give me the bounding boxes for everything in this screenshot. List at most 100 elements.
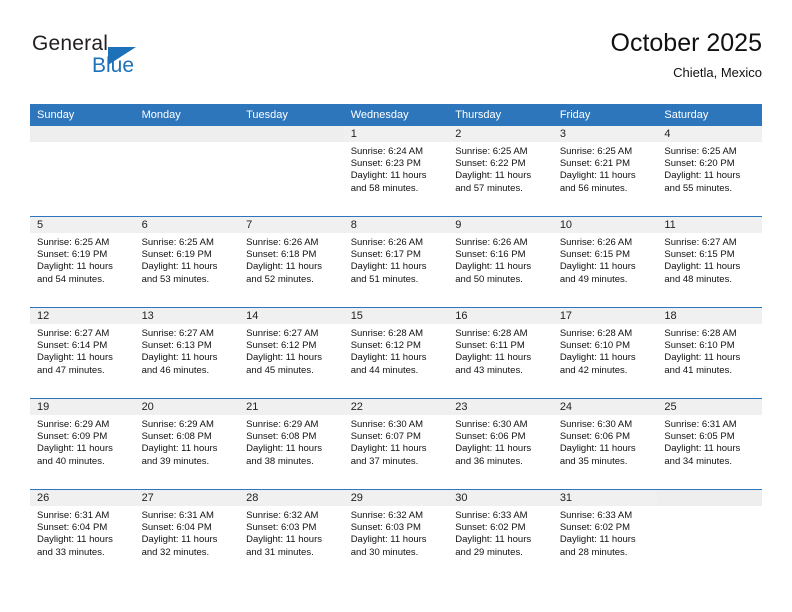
calendar-day-cell[interactable]: 17 Sunrise: 6:28 AM Sunset: 6:10 PM Dayligh… <box>552 307 658 399</box>
sunrise-text: Sunrise: 6:25 AM <box>455 146 528 157</box>
sunrise-text: Sunrise: 6:28 AM <box>664 328 737 339</box>
calendar-day-cell[interactable]: 2 Sunrise: 6:25 AM Sunset: 6:22 PM Daylight… <box>448 126 553 217</box>
sunrise-text: Sunrise: 6:32 AM <box>350 510 424 521</box>
daylight-text: Daylight: 11 hours <box>141 534 218 546</box>
daylight-text: Daylight: 11 hours <box>559 443 636 455</box>
weekday-header-monday: Monday <box>134 104 240 126</box>
daylight-text: Daylight: 11 hours <box>37 352 113 364</box>
sunrise-text: Sunrise: 6:30 AM <box>350 419 424 430</box>
day-number: 28 <box>246 492 259 504</box>
calendar-day-cell[interactable]: 25 Sunrise: 6:31 AM Sunset: 6:05 PM Dayligh… <box>657 398 762 490</box>
sunset-text: Sunset: 6:15 PM <box>559 249 631 261</box>
day-cell-inner: 16 Sunrise: 6:28 AM Sunset: 6:11 PM Dayligh… <box>448 308 553 398</box>
day-events: Sunrise: 6:26 AM Sunset: 6:16 PM Daylight:… <box>448 233 553 286</box>
calendar-day-cell[interactable]: 15 Sunrise: 6:28 AM Sunset: 6:12 PM Dayligh… <box>343 307 449 399</box>
daylight-text: Daylight: 11 hours <box>664 443 741 455</box>
daylight-text-cont: and 34 minutes. <box>664 455 732 467</box>
daylight-text-cont: and 48 minutes. <box>664 273 732 285</box>
day-cell-inner: 8 Sunrise: 6:26 AM Sunset: 6:17 PM Daylight… <box>343 217 449 307</box>
sunset-text: Sunset: 6:23 PM <box>350 158 421 170</box>
day-number-band: 5 <box>30 217 135 233</box>
calendar-header-row: Sunday Monday Tuesday Wednesday Thursday Frid… <box>30 104 762 126</box>
calendar-empty-cell <box>657 489 762 580</box>
calendar-day-cell[interactable]: 11 Sunrise: 6:27 AM Sunset: 6:15 PM Dayligh… <box>657 216 762 308</box>
sunset-text: Sunset: 6:14 PM <box>37 340 108 352</box>
sunset-text: Sunset: 6:18 PM <box>246 249 317 261</box>
calendar-day-cell[interactable]: 14 Sunrise: 6:27 AM Sunset: 6:12 PM Dayligh… <box>239 307 344 399</box>
calendar-day-cell[interactable]: 7 Sunrise: 6:26 AM Sunset: 6:18 PM Daylight… <box>239 216 344 308</box>
day-number-band: 23 <box>448 399 553 415</box>
day-number: 27 <box>141 492 154 504</box>
calendar-day-cell[interactable]: 6 Sunrise: 6:25 AM Sunset: 6:19 PM Daylight… <box>134 216 240 308</box>
calendar-day-cell[interactable]: 3 Sunrise: 6:25 AM Sunset: 6:21 PM Daylight… <box>552 126 658 217</box>
calendar-day-cell[interactable]: 24 Sunrise: 6:30 AM Sunset: 6:06 PM Dayligh… <box>552 398 658 490</box>
sunrise-text: Sunrise: 6:27 AM <box>37 328 110 339</box>
calendar-body: 1 Sunrise: 6:24 AM Sunset: 6:23 PM Daylight… <box>30 126 762 580</box>
daylight-text-cont: and 45 minutes. <box>246 364 314 376</box>
day-cell-inner: 25 Sunrise: 6:31 AM Sunset: 6:05 PM Dayligh… <box>657 399 762 489</box>
calendar-day-cell[interactable]: 5 Sunrise: 6:25 AM Sunset: 6:19 PM Daylight… <box>30 216 135 308</box>
sunset-text: Sunset: 6:03 PM <box>246 522 317 534</box>
calendar-day-cell[interactable]: 23 Sunrise: 6:30 AM Sunset: 6:06 PM Dayligh… <box>448 398 553 490</box>
day-number: 24 <box>559 401 573 413</box>
calendar-day-cell[interactable]: 16 Sunrise: 6:28 AM Sunset: 6:11 PM Dayligh… <box>448 307 553 399</box>
daylight-text-cont: and 54 minutes. <box>37 273 105 285</box>
daylight-text-cont: and 36 minutes. <box>455 455 523 467</box>
calendar-day-cell[interactable]: 13 Sunrise: 6:27 AM Sunset: 6:13 PM Dayligh… <box>134 307 240 399</box>
calendar-day-cell[interactable]: 20 Sunrise: 6:29 AM Sunset: 6:08 PM Dayligh… <box>134 398 240 490</box>
day-number-band: 28 <box>239 490 344 506</box>
day-number-band: 31 <box>552 490 658 506</box>
day-cell-inner: 2 Sunrise: 6:25 AM Sunset: 6:22 PM Daylight… <box>448 126 553 216</box>
calendar-day-cell[interactable]: 29 Sunrise: 6:32 AM Sunset: 6:03 PM Dayligh… <box>343 489 449 580</box>
general-blue-logo[interactable]: General Blue <box>32 32 182 88</box>
calendar-day-cell[interactable]: 9 Sunrise: 6:26 AM Sunset: 6:16 PM Daylight… <box>448 216 553 308</box>
calendar-day-cell[interactable]: 27 Sunrise: 6:31 AM Sunset: 6:04 PM Dayligh… <box>134 489 240 580</box>
day-number: 17 <box>559 310 573 322</box>
daylight-text: Daylight: 11 hours <box>246 443 322 455</box>
calendar-day-cell[interactable]: 4 Sunrise: 6:25 AM Sunset: 6:20 PM Daylight… <box>657 126 762 217</box>
day-number: 16 <box>455 310 468 322</box>
calendar-week-row: 19 Sunrise: 6:29 AM Sunset: 6:09 PM Dayligh… <box>30 398 762 490</box>
weekday-header-friday: Friday <box>552 104 658 126</box>
calendar-day-cell[interactable]: 22 Sunrise: 6:30 AM Sunset: 6:07 PM Dayligh… <box>343 398 449 490</box>
logo-text-general: General <box>32 32 109 55</box>
calendar-day-cell[interactable]: 18 Sunrise: 6:28 AM Sunset: 6:10 PM Dayligh… <box>657 307 762 399</box>
daylight-text-cont: and 43 minutes. <box>455 364 523 376</box>
calendar-week-row: 5 Sunrise: 6:25 AM Sunset: 6:19 PM Daylight… <box>30 216 762 308</box>
calendar-day-cell[interactable]: 30 Sunrise: 6:33 AM Sunset: 6:02 PM Dayligh… <box>448 489 553 580</box>
sunset-text: Sunset: 6:15 PM <box>664 249 735 261</box>
daylight-text-cont: and 38 minutes. <box>246 455 314 467</box>
day-number-band: 30 <box>448 490 553 506</box>
calendar-day-cell[interactable]: 26 Sunrise: 6:31 AM Sunset: 6:04 PM Dayligh… <box>30 489 135 580</box>
day-events: Sunrise: 6:29 AM Sunset: 6:08 PM Daylight:… <box>239 415 344 468</box>
daylight-text-cont: and 42 minutes. <box>559 364 628 376</box>
day-events: Sunrise: 6:28 AM Sunset: 6:10 PM Daylight:… <box>553 324 658 377</box>
daylight-text-cont: and 33 minutes. <box>37 546 105 558</box>
weekday-header-tuesday: Tuesday <box>239 104 344 126</box>
calendar-day-cell[interactable]: 28 Sunrise: 6:32 AM Sunset: 6:03 PM Dayligh… <box>239 489 344 580</box>
day-number: 8 <box>350 219 357 231</box>
day-events: Sunrise: 6:30 AM Sunset: 6:06 PM Daylight:… <box>553 415 658 468</box>
day-number-band: 10 <box>552 217 658 233</box>
daylight-text-cont: and 52 minutes. <box>246 273 314 285</box>
calendar-day-cell[interactable]: 21 Sunrise: 6:29 AM Sunset: 6:08 PM Dayligh… <box>239 398 344 490</box>
calendar-day-cell[interactable]: 19 Sunrise: 6:29 AM Sunset: 6:09 PM Dayligh… <box>30 398 135 490</box>
day-number: 30 <box>455 492 468 504</box>
sunset-text: Sunset: 6:06 PM <box>455 431 526 443</box>
day-number-band: 24 <box>552 399 658 415</box>
day-number: 31 <box>559 492 573 504</box>
sunset-text: Sunset: 6:03 PM <box>350 522 421 534</box>
daylight-text: Daylight: 11 hours <box>350 443 427 455</box>
sunset-text: Sunset: 6:19 PM <box>141 249 212 261</box>
daylight-text-cont: and 51 minutes. <box>350 273 419 285</box>
daylight-text-cont: and 53 minutes. <box>141 273 210 285</box>
calendar-empty-cell <box>134 126 240 217</box>
daylight-text: Daylight: 11 hours <box>141 261 218 273</box>
calendar-day-cell[interactable]: 10 Sunrise: 6:26 AM Sunset: 6:15 PM Dayligh… <box>552 216 658 308</box>
calendar-day-cell[interactable]: 12 Sunrise: 6:27 AM Sunset: 6:14 PM Dayligh… <box>30 307 135 399</box>
daylight-text: Daylight: 11 hours <box>559 170 636 182</box>
calendar-day-cell[interactable]: 8 Sunrise: 6:26 AM Sunset: 6:17 PM Daylight… <box>343 216 449 308</box>
daylight-text: Daylight: 11 hours <box>664 261 741 273</box>
calendar-day-cell[interactable]: 31 Sunrise: 6:33 AM Sunset: 6:02 PM Dayligh… <box>552 489 658 580</box>
calendar-day-cell[interactable]: 1 Sunrise: 6:24 AM Sunset: 6:23 PM Daylight… <box>343 126 449 217</box>
